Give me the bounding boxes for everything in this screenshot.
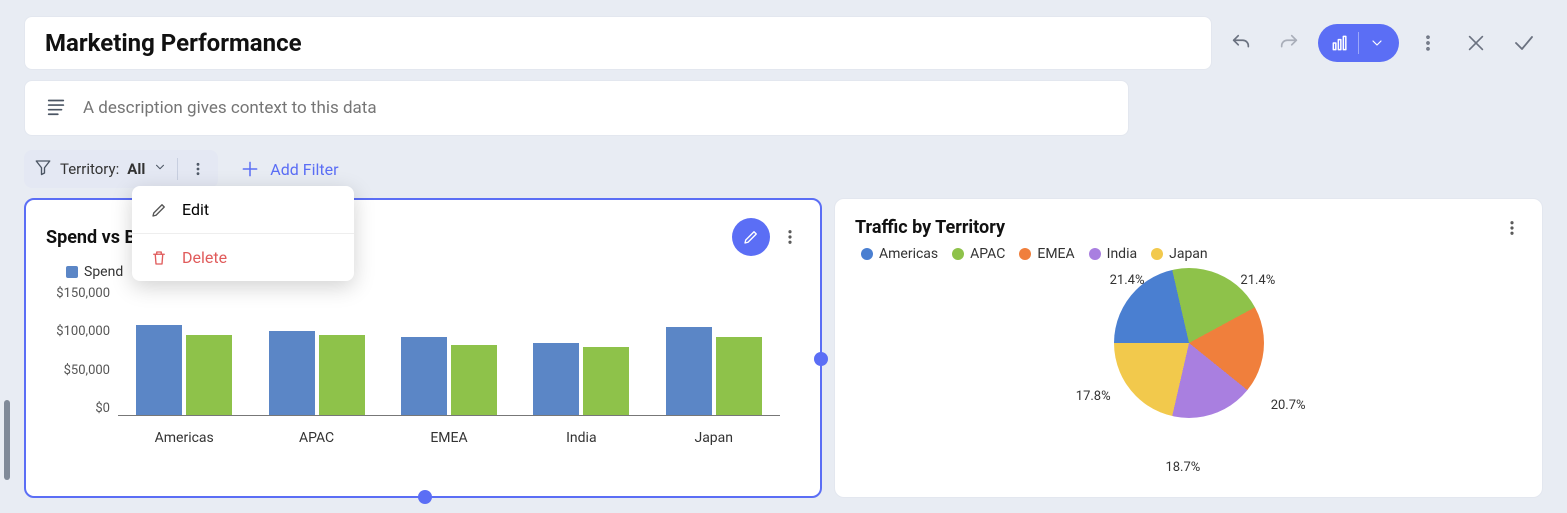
bar-plot: Americas APAC EMEA India Japan [118,286,800,446]
x-tick-label: Japan [659,430,769,446]
pie-legend: Americas APAC EMEA India Japan [855,246,1522,262]
plus-icon [238,157,262,181]
selection-handle-right[interactable] [814,352,828,366]
ytick: $0 [95,401,110,416]
menu-item-delete[interactable]: Delete [132,234,354,281]
dashboard-title: Marketing Performance [45,29,302,57]
bar [136,325,182,415]
bar-group [659,327,769,415]
legend-label: APAC [970,246,1005,262]
card-traffic-by-territory[interactable]: Traffic by Territory Americas APAC EMEA … [834,198,1543,498]
redo-button[interactable] [1270,24,1308,62]
pie-slice-label: 18.7% [1165,460,1200,475]
dashboard-title-box[interactable]: Marketing Performance [24,16,1212,70]
bar [666,327,712,415]
card-more-button[interactable] [1502,219,1522,237]
edit-card-button[interactable] [732,218,770,256]
more-menu-button[interactable] [1409,24,1447,62]
ytick: $50,000 [64,363,110,378]
bar [269,331,315,415]
x-tick-label: EMEA [394,430,504,446]
x-tick-label: APAC [262,430,372,446]
card-more-button[interactable] [780,228,800,246]
description-box[interactable] [24,80,1129,136]
menu-item-edit[interactable]: Edit [132,186,354,234]
bar-group [262,331,372,415]
pie-slice-label: 21.4% [1110,273,1145,288]
chevron-down-icon[interactable] [1359,28,1395,58]
chevron-down-icon[interactable] [1177,29,1191,57]
filter-chip-territory[interactable]: Territory: All [24,150,218,188]
add-filter-button[interactable]: Add Filter [238,157,338,181]
bar [186,335,232,415]
bar-group [394,337,504,415]
pie-slice-label: 21.4% [1240,273,1275,288]
description-input[interactable] [83,98,1108,118]
chevron-down-icon[interactable] [153,160,167,178]
bar-chart-icon[interactable] [1322,28,1358,58]
menu-item-label: Edit [182,200,209,219]
confirm-button[interactable] [1505,24,1543,62]
page-scrollbar-handle[interactable] [4,400,10,480]
bar [319,335,365,415]
filter-chip-more-button[interactable] [188,161,208,177]
chart-mode-toggle[interactable] [1318,24,1399,62]
legend-label: Spend [84,264,123,280]
bar [451,345,497,415]
selection-handle-bottom[interactable] [418,490,432,504]
x-tick-label: India [526,430,636,446]
undo-button[interactable] [1222,24,1260,62]
bar-group [526,343,636,415]
award-icon[interactable] [1149,29,1171,57]
menu-item-label: Delete [182,248,227,267]
bar [583,347,629,415]
filter-chip-value: All [127,160,145,178]
close-button[interactable] [1457,24,1495,62]
pie-slice-label: 17.8% [1076,389,1111,404]
ytick: $100,000 [56,324,110,339]
legend-label: Japan [1169,246,1208,262]
pie-plot: 21.4%20.7%18.7%17.8%21.4% [855,268,1522,458]
lines-icon [45,95,67,121]
bar [716,337,762,415]
ytick: $150,000 [56,286,110,301]
bar [401,337,447,415]
filter-chip-label: Territory: [60,160,119,178]
x-tick-label: Americas [129,430,239,446]
legend-label: India [1107,246,1137,262]
add-filter-label: Add Filter [270,160,338,179]
bar [533,343,579,415]
legend-label: Americas [879,246,938,262]
legend-label: EMEA [1037,246,1074,262]
pie-slice-label: 20.7% [1271,398,1306,413]
bar-group [129,325,239,415]
y-axis: $150,000 $100,000 $50,000 $0 [46,286,118,416]
filter-icon [34,158,52,180]
card-title: Traffic by Territory [855,217,1005,238]
filter-context-menu: Edit Delete [132,186,354,281]
